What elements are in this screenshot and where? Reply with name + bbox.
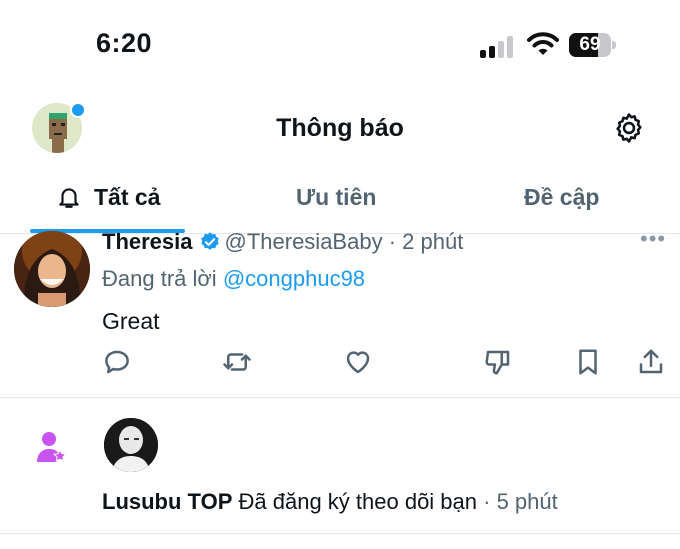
follow-text: Lusubu TOP Đã đăng ký theo dõi bạn · 5 p… xyxy=(102,489,558,515)
bell-icon xyxy=(59,188,79,208)
dislike-icon[interactable] xyxy=(483,347,513,377)
page-title: Thông báo xyxy=(276,114,404,142)
reply-author-handle[interactable]: @TheresiaBaby xyxy=(225,229,383,254)
follow-action: Đã đăng ký theo dõi bạn xyxy=(238,489,478,514)
signal-icon xyxy=(480,34,520,58)
wifi-icon xyxy=(527,32,559,55)
follower-name[interactable]: Lusubu TOP xyxy=(102,489,232,514)
reply-header: Theresia @TheresiaBaby · 2 phút xyxy=(102,229,463,255)
share-icon[interactable] xyxy=(636,347,666,377)
battery-percentage: 69 xyxy=(579,34,601,55)
notification-divider xyxy=(0,397,680,398)
tab-priority[interactable]: Ưu tiên xyxy=(296,184,376,211)
replying-prefix: Đang trả lời xyxy=(102,266,217,291)
tweet-text: Great xyxy=(102,308,160,334)
bookmark-icon[interactable] xyxy=(573,347,603,377)
reply-time: · 2 phút xyxy=(388,229,464,254)
tab-all[interactable]: Tất cả xyxy=(56,184,160,211)
reply-icon[interactable] xyxy=(102,347,132,377)
reply-author-name[interactable]: Theresia xyxy=(102,229,193,254)
status-time: 6:20 xyxy=(96,28,153,58)
reply-author-avatar[interactable] xyxy=(14,231,90,307)
tab-mentions[interactable]: Đề cập xyxy=(524,184,599,211)
like-icon[interactable] xyxy=(343,347,373,377)
gear-icon[interactable] xyxy=(612,111,646,145)
replying-to: Đang trả lời @congphuc98 xyxy=(102,266,365,292)
notification-divider-2 xyxy=(0,533,680,534)
verified-icon xyxy=(200,232,219,250)
retweet-icon[interactable] xyxy=(222,347,252,377)
battery-indicator: 69 xyxy=(569,33,617,57)
follow-time: · 5 phút xyxy=(483,489,558,514)
more-options-icon[interactable]: ••• xyxy=(640,226,666,252)
follower-avatar[interactable] xyxy=(104,418,158,472)
tab-all-label: Tất cả xyxy=(94,184,161,210)
follow-person-icon xyxy=(37,432,67,462)
replying-to-link[interactable]: @congphuc98 xyxy=(223,266,365,291)
